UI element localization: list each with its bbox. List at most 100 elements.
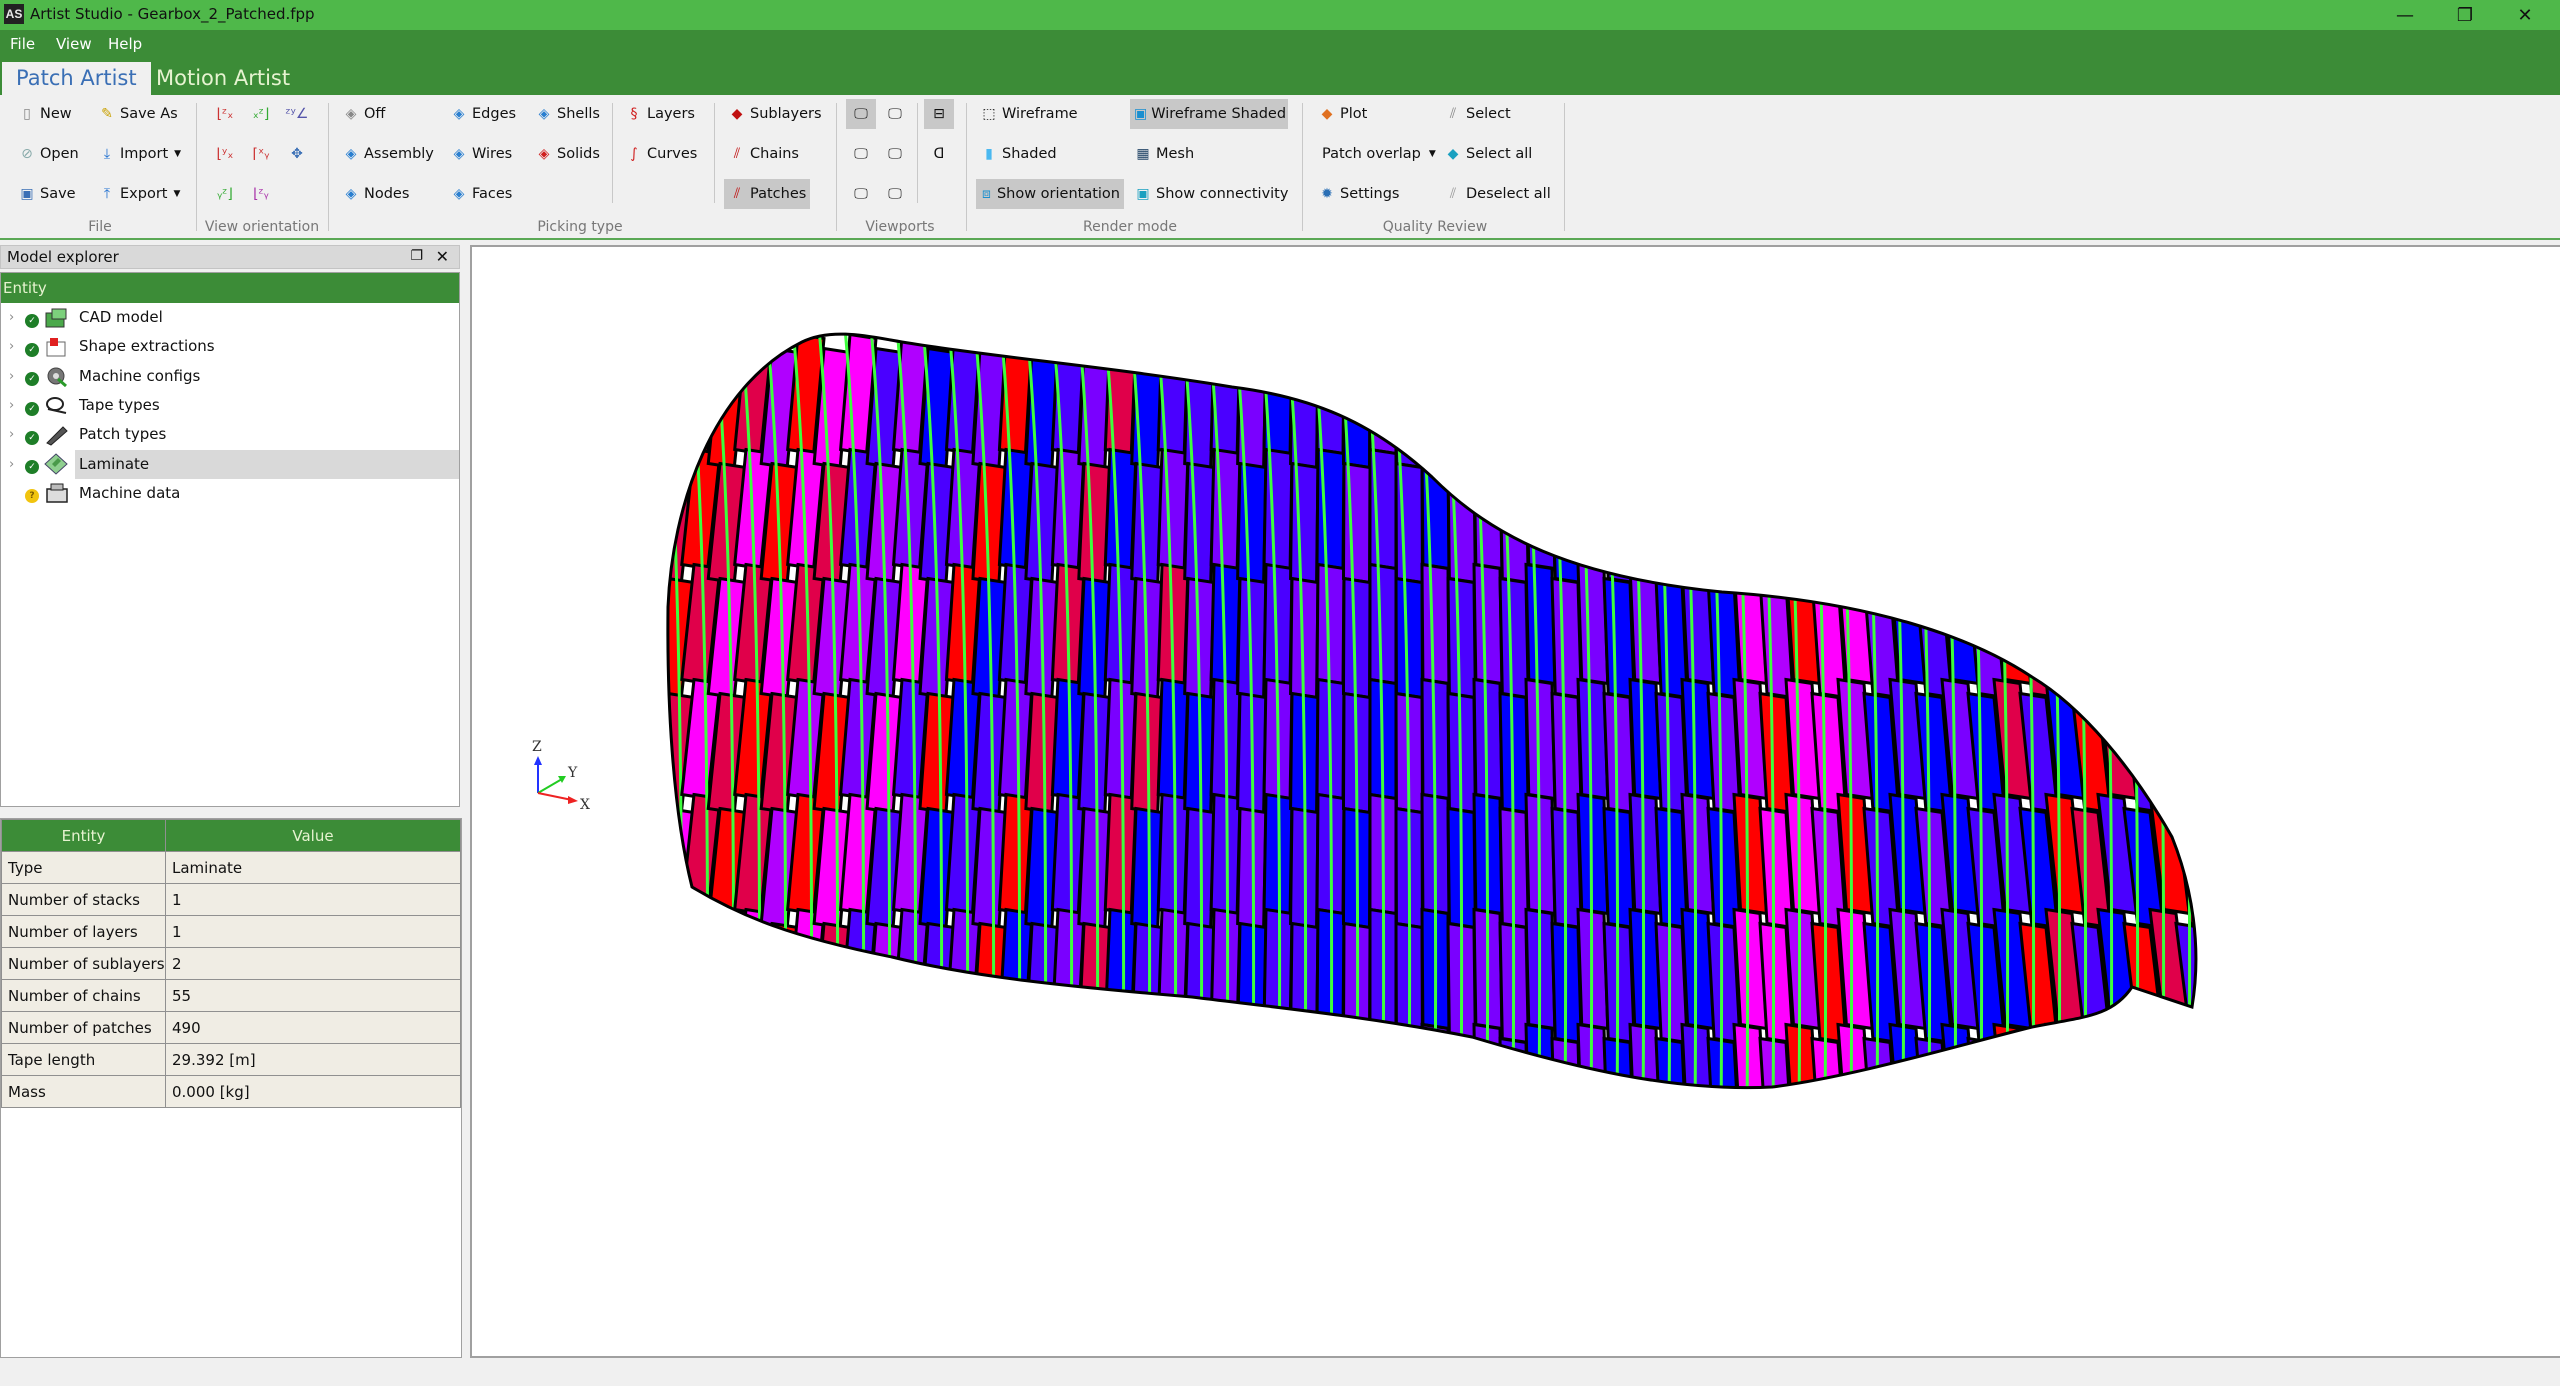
patch[interactable]	[997, 1022, 1034, 1144]
select-button[interactable]: ⫽ Select	[1440, 99, 1515, 129]
patch[interactable]	[1654, 461, 1689, 585]
patch[interactable]	[1498, 1036, 1530, 1158]
patch[interactable]	[1524, 562, 1557, 686]
patch[interactable]	[2202, 910, 2243, 1029]
patch[interactable]	[1498, 461, 1530, 585]
patch[interactable]	[2202, 450, 2243, 569]
patch[interactable]	[706, 921, 748, 1045]
expand-chevron-icon[interactable]: ›	[9, 310, 23, 325]
patch[interactable]	[1758, 461, 1795, 585]
viewport-maximize-button[interactable]: ⊟	[924, 99, 954, 129]
patch[interactable]	[1262, 447, 1294, 571]
patch[interactable]	[655, 921, 696, 1045]
patch[interactable]	[2018, 346, 2060, 470]
patch[interactable]	[1341, 576, 1372, 700]
tree-item-machine-configs[interactable]: › ✓ Machine configs	[1, 362, 459, 391]
save-button[interactable]: ▣ Save	[14, 179, 80, 209]
viewport-perspective-button[interactable]: ᗡ	[924, 139, 954, 169]
patch[interactable]	[2148, 447, 2192, 571]
patch[interactable]	[1992, 334, 2033, 456]
patch[interactable]	[1446, 461, 1477, 585]
patch[interactable]	[1862, 461, 1901, 585]
tree-item-shape-extractions[interactable]: › ✓ Shape extractions	[1, 332, 459, 361]
patch[interactable]	[1966, 346, 2007, 470]
picking-wires-button[interactable]: ◈ Wires	[446, 139, 516, 169]
close-button[interactable]: ✕	[2496, 0, 2554, 30]
patch[interactable]	[1236, 461, 1268, 585]
patch[interactable]	[1077, 921, 1112, 1045]
patch[interactable]	[1914, 461, 1954, 585]
patch[interactable]	[1130, 921, 1164, 1045]
patch[interactable]	[2044, 334, 2086, 456]
export-button[interactable]: ⤒ Export ▼	[94, 179, 184, 209]
patch[interactable]	[733, 907, 774, 1031]
patch[interactable]	[1077, 1036, 1112, 1158]
patch[interactable]	[1550, 346, 1583, 470]
patch[interactable]	[1680, 562, 1716, 686]
patch[interactable]	[2202, 335, 2243, 454]
patch[interactable]	[2148, 1022, 2192, 1144]
patch[interactable]	[1732, 447, 1769, 571]
patch[interactable]	[1862, 346, 1901, 470]
patch[interactable]	[1446, 1036, 1477, 1158]
patch[interactable]	[1992, 447, 2033, 571]
patch[interactable]	[759, 1036, 800, 1158]
patch[interactable]	[838, 1022, 878, 1144]
patch[interactable]	[1732, 334, 1769, 456]
patch[interactable]	[1498, 576, 1530, 700]
patch[interactable]	[2096, 334, 2139, 456]
patch[interactable]	[1209, 447, 1242, 571]
patch[interactable]	[1156, 907, 1190, 1031]
patch[interactable]	[1209, 907, 1242, 1031]
view-xy-button[interactable]: ⌈ˣᵧ	[246, 139, 276, 169]
patch[interactable]	[655, 346, 696, 470]
patch[interactable]	[2044, 447, 2086, 571]
show-orientation-toggle[interactable]: ⧈ Show orientation	[976, 179, 1124, 209]
patch[interactable]	[1183, 806, 1216, 930]
patch[interactable]	[1758, 346, 1795, 470]
patch[interactable]	[2174, 346, 2216, 470]
patch[interactable]	[2122, 1036, 2166, 1158]
patch[interactable]	[2070, 346, 2113, 470]
tab-motion-artist[interactable]: Motion Artist	[142, 62, 304, 95]
patch[interactable]	[1183, 461, 1216, 585]
patch[interactable]	[1420, 447, 1451, 571]
patch[interactable]	[1103, 1022, 1138, 1144]
picking-nodes-button[interactable]: ◈ Nodes	[338, 179, 413, 209]
patch[interactable]	[2174, 461, 2216, 585]
patch[interactable]	[1236, 1036, 1268, 1158]
patch[interactable]	[971, 921, 1008, 1045]
patch[interactable]	[1914, 346, 1954, 470]
patch[interactable]	[865, 1036, 904, 1158]
patch[interactable]	[1602, 461, 1636, 585]
tab-patch-artist[interactable]: Patch Artist	[2, 62, 151, 95]
view-yx-button[interactable]: ⌊ʸₓ	[210, 139, 240, 169]
patch[interactable]	[1498, 346, 1530, 470]
laminate-3d-model[interactable]: Z Y X	[472, 247, 2560, 1357]
patch[interactable]	[944, 1022, 982, 1144]
patch[interactable]	[1103, 907, 1138, 1031]
patch[interactable]	[655, 1036, 696, 1158]
patch[interactable]	[2018, 461, 2060, 585]
patch[interactable]	[1680, 334, 1716, 456]
patch[interactable]	[2122, 346, 2166, 470]
patch[interactable]	[2122, 576, 2166, 700]
float-panel-icon[interactable]: ❐	[410, 248, 423, 264]
picking-curves-button[interactable]: ∫ Curves	[621, 139, 701, 169]
picking-shells-button[interactable]: ◈ Shells	[531, 99, 604, 129]
view-zx-button[interactable]: ⌊ᶻₓ	[210, 99, 240, 129]
patch[interactable]	[1156, 447, 1190, 571]
patch[interactable]	[1628, 447, 1663, 571]
patch[interactable]	[1420, 562, 1451, 686]
patch[interactable]	[2044, 1022, 2086, 1144]
expand-chevron-icon[interactable]: ›	[9, 398, 23, 413]
tree-item-cad-model[interactable]: › ✓ CAD model	[1, 303, 459, 332]
patch[interactable]	[1940, 447, 1980, 571]
view-fit-button[interactable]: ✥	[282, 139, 312, 169]
viewport-single-button[interactable]: 🖵	[846, 99, 876, 129]
patch[interactable]	[1446, 576, 1477, 700]
picking-faces-button[interactable]: ◈ Faces	[446, 179, 516, 209]
viewport-split-vertical-button[interactable]: 🖵	[880, 99, 910, 129]
import-button[interactable]: ⤓ Import ▼	[94, 139, 185, 169]
patch[interactable]	[1810, 461, 1848, 585]
